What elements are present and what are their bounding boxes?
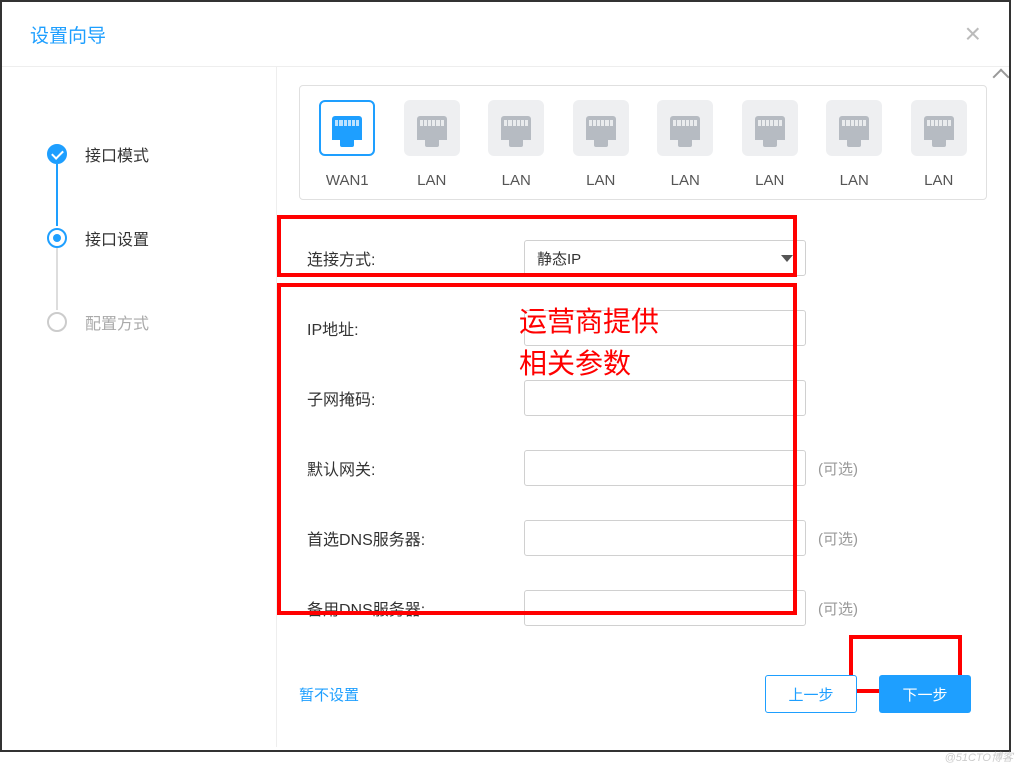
port-lan[interactable]: LAN bbox=[395, 100, 470, 189]
gateway-label: 默认网关: bbox=[299, 456, 524, 480]
footer-actions: 暂不设置 上一步 下一步 bbox=[299, 675, 971, 713]
ethernet-port-icon bbox=[911, 100, 967, 156]
connection-type-select[interactable]: 静态IP bbox=[524, 240, 806, 276]
optional-text: (可选) bbox=[818, 528, 858, 549]
chevron-down-icon bbox=[781, 255, 793, 262]
form-area: 连接方式: 静态IP IP地址: 子网掩码: 默认网关: bbox=[299, 240, 987, 626]
modal-title: 设置向导 bbox=[30, 21, 106, 48]
dns2-label: 备用DNS服务器: bbox=[299, 596, 524, 620]
port-lan[interactable]: LAN bbox=[902, 100, 977, 189]
close-icon[interactable]: × bbox=[965, 20, 981, 48]
default-gateway-input[interactable] bbox=[524, 450, 806, 486]
nav-buttons: 上一步 下一步 bbox=[765, 675, 971, 713]
step-interface-settings[interactable]: 接口设置 bbox=[47, 226, 276, 250]
prev-button[interactable]: 上一步 bbox=[765, 675, 857, 713]
ethernet-port-icon bbox=[573, 100, 629, 156]
modal-header: 设置向导 × bbox=[2, 2, 1009, 67]
port-label: LAN bbox=[902, 172, 977, 189]
port-lan[interactable]: LAN bbox=[817, 100, 892, 189]
port-label: WAN1 bbox=[310, 172, 385, 189]
step-label: 接口模式 bbox=[85, 142, 149, 166]
connection-label: 连接方式: bbox=[299, 246, 524, 270]
ethernet-port-icon bbox=[742, 100, 798, 156]
step-label: 接口设置 bbox=[85, 226, 149, 250]
port-label: LAN bbox=[648, 172, 723, 189]
port-label: LAN bbox=[479, 172, 554, 189]
port-lan[interactable]: LAN bbox=[564, 100, 639, 189]
ethernet-port-icon bbox=[826, 100, 882, 156]
ethernet-port-icon bbox=[319, 100, 375, 156]
step-connector bbox=[56, 248, 58, 310]
modal-content: 接口模式 接口设置 配置方式 WAN1 bbox=[2, 67, 1009, 747]
step-label: 配置方式 bbox=[85, 310, 149, 334]
next-button[interactable]: 下一步 bbox=[879, 675, 971, 713]
ports-selector: WAN1 LAN LAN LAN LAN bbox=[299, 85, 987, 200]
ip-label: IP地址: bbox=[299, 316, 524, 340]
row-dns-secondary: 备用DNS服务器: (可选) bbox=[299, 590, 987, 626]
scroll-up-icon[interactable] bbox=[993, 69, 1009, 86]
watermark: @51CTO博客 bbox=[945, 749, 1013, 765]
port-label: LAN bbox=[733, 172, 808, 189]
step-dot-done-icon bbox=[47, 144, 67, 164]
row-ip-address: IP地址: bbox=[299, 310, 987, 346]
port-label: LAN bbox=[395, 172, 470, 189]
port-label: LAN bbox=[564, 172, 639, 189]
port-label: LAN bbox=[817, 172, 892, 189]
port-lan[interactable]: LAN bbox=[733, 100, 808, 189]
row-default-gateway: 默认网关: (可选) bbox=[299, 450, 987, 486]
setup-wizard-modal: 设置向导 × 接口模式 接口设置 配置方式 bbox=[0, 0, 1011, 752]
ip-address-input[interactable] bbox=[524, 310, 806, 346]
ethernet-port-icon bbox=[404, 100, 460, 156]
subnet-mask-input[interactable] bbox=[524, 380, 806, 416]
dns1-label: 首选DNS服务器: bbox=[299, 526, 524, 550]
dns-primary-input[interactable] bbox=[524, 520, 806, 556]
row-dns-primary: 首选DNS服务器: (可选) bbox=[299, 520, 987, 556]
step-interface-mode[interactable]: 接口模式 bbox=[47, 142, 276, 166]
steps-sidebar: 接口模式 接口设置 配置方式 bbox=[2, 67, 277, 747]
ethernet-port-icon bbox=[657, 100, 713, 156]
ethernet-port-icon bbox=[488, 100, 544, 156]
optional-text: (可选) bbox=[818, 598, 858, 619]
step-connector bbox=[56, 164, 58, 226]
steps-list: 接口模式 接口设置 配置方式 bbox=[47, 142, 276, 334]
port-lan[interactable]: LAN bbox=[479, 100, 554, 189]
select-value: 静态IP bbox=[537, 248, 581, 269]
port-wan1[interactable]: WAN1 bbox=[310, 100, 385, 189]
main-panel: WAN1 LAN LAN LAN LAN bbox=[277, 67, 1009, 747]
row-connection-type: 连接方式: 静态IP bbox=[299, 240, 987, 276]
row-subnet-mask: 子网掩码: bbox=[299, 380, 987, 416]
dns-secondary-input[interactable] bbox=[524, 590, 806, 626]
optional-text: (可选) bbox=[818, 458, 858, 479]
step-dot-pending-icon bbox=[47, 312, 67, 332]
step-config-mode[interactable]: 配置方式 bbox=[47, 310, 276, 334]
port-lan[interactable]: LAN bbox=[648, 100, 723, 189]
step-dot-active-icon bbox=[47, 228, 67, 248]
mask-label: 子网掩码: bbox=[299, 386, 524, 410]
skip-setup-link[interactable]: 暂不设置 bbox=[299, 684, 359, 705]
